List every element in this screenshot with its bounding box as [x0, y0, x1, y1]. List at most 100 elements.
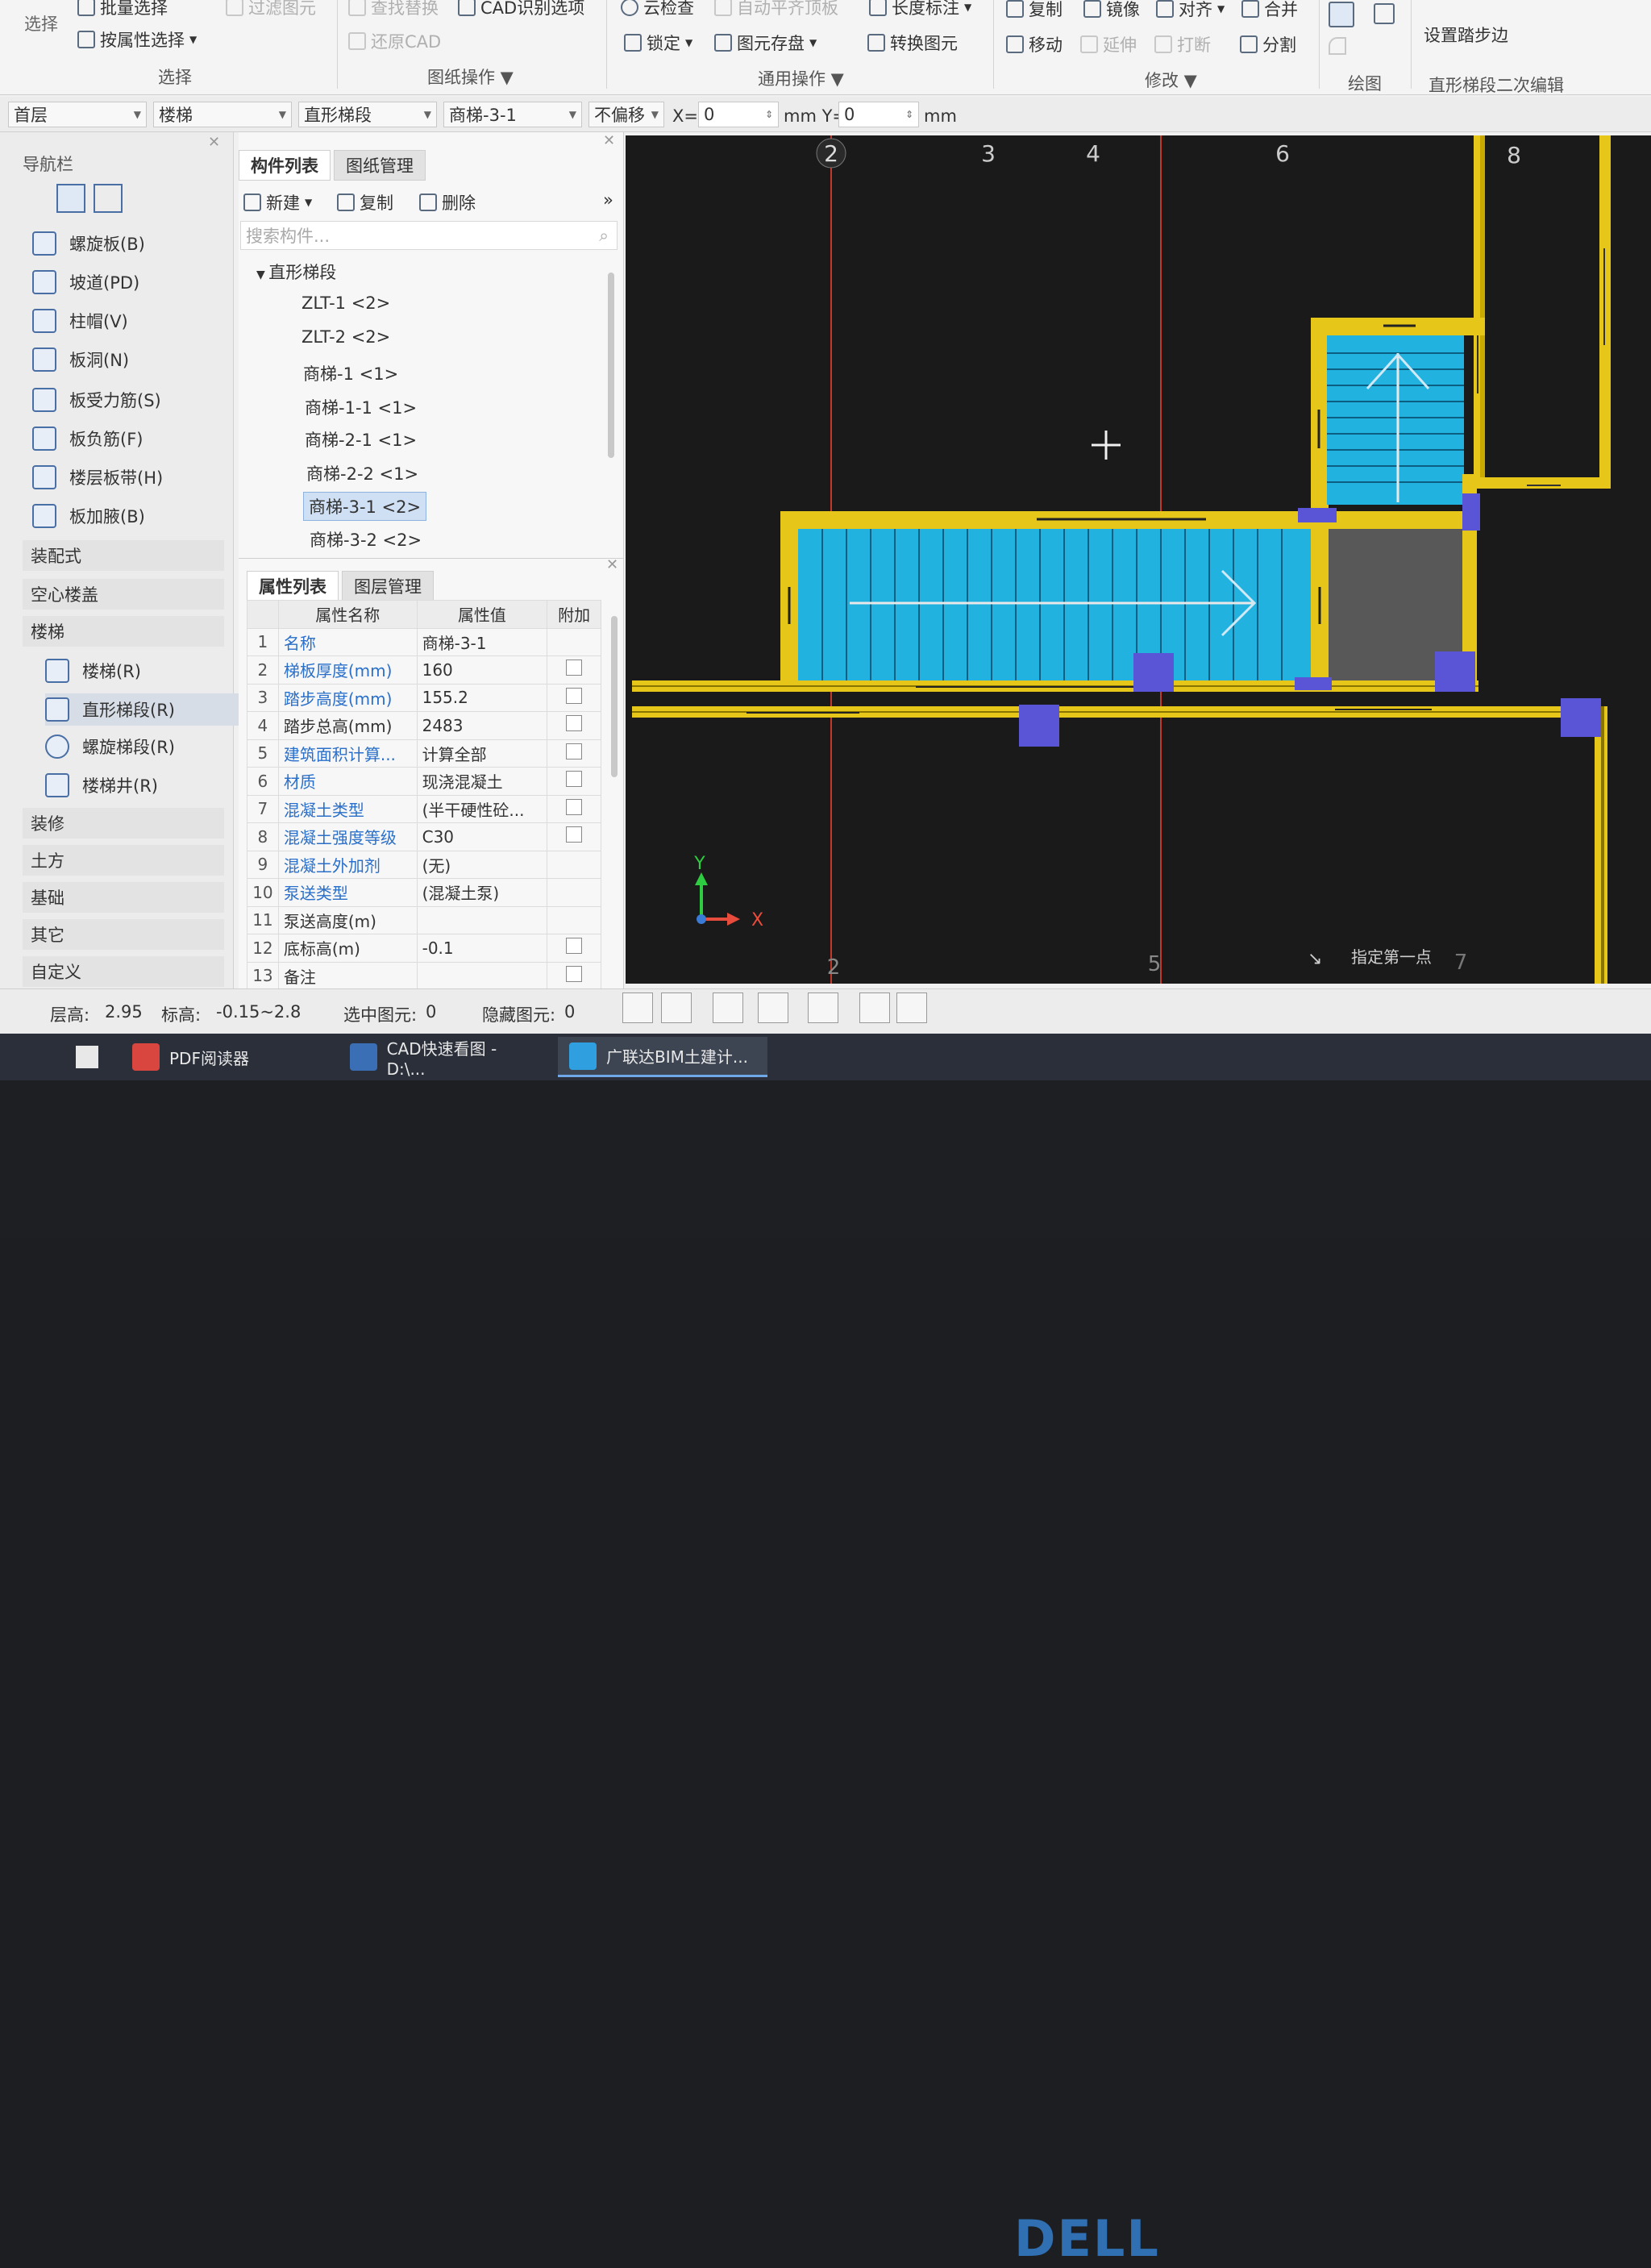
table-row[interactable]: 8 混凝土强度等级 C30: [247, 822, 601, 851]
extra-checkbox[interactable]: [566, 687, 583, 704]
nav-item-floor-strip[interactable]: 楼层板带(H): [32, 461, 226, 493]
tree-item[interactable]: 商梯-2-1 <1>: [305, 427, 417, 452]
more-icon[interactable]: »: [603, 190, 613, 210]
column[interactable]: [1295, 677, 1332, 690]
extra-checkbox[interactable]: [566, 771, 583, 788]
table-row[interactable]: 10 泵送类型 (混凝土泵): [247, 878, 601, 907]
auto-flush-button[interactable]: 自动平齐顶板: [714, 0, 838, 19]
column[interactable]: [1561, 698, 1601, 737]
prop-value[interactable]: 商梯-3-1: [416, 627, 548, 656]
column[interactable]: [1298, 508, 1337, 522]
table-row[interactable]: 7 混凝土类型 (半干硬性砼...: [247, 794, 601, 823]
nav-section-foundation[interactable]: 基础: [23, 882, 224, 913]
copy-button[interactable]: 复制: [1006, 0, 1063, 21]
dimension-snap-icon[interactable]: [808, 993, 838, 1023]
break-button[interactable]: 打断: [1154, 32, 1211, 56]
nav-section-hollow[interactable]: 空心楼盖: [23, 579, 224, 610]
floor-select[interactable]: 首层 ▼: [8, 102, 147, 127]
extend-button[interactable]: 延伸: [1080, 32, 1137, 56]
cloud-check-button[interactable]: 云检查: [621, 0, 694, 19]
table-row[interactable]: 13 备注: [247, 961, 601, 990]
nav-item-stair-well[interactable]: 楼梯井(R): [45, 769, 239, 801]
column[interactable]: [1133, 653, 1174, 692]
tree-root[interactable]: ▼ 直形梯段: [256, 260, 336, 284]
find-replace-button[interactable]: 查找替换: [348, 0, 439, 19]
filter-elem-button[interactable]: 过滤图元: [226, 0, 316, 19]
attr-select-button[interactable]: 按属性选择 ▼: [77, 27, 197, 52]
prop-value[interactable]: 2483: [416, 711, 548, 740]
arc-snap-icon[interactable]: [896, 993, 927, 1023]
nav-item-column-cap[interactable]: 柱帽(V): [32, 305, 226, 337]
tree-item[interactable]: 商梯-3-2 <2>: [310, 527, 422, 551]
tab-property-list[interactable]: 属性列表: [247, 571, 339, 601]
copy-component-button[interactable]: 复制: [337, 190, 393, 214]
column[interactable]: [1462, 493, 1480, 531]
draw-arc-button[interactable]: [1329, 37, 1346, 55]
snap-rect-icon[interactable]: [661, 993, 692, 1023]
close-icon[interactable]: ✕: [606, 556, 618, 573]
prop-value[interactable]: (无): [416, 850, 548, 879]
start-button[interactable]: [64, 1037, 110, 1077]
nav-item-slab-hole[interactable]: 板洞(N): [32, 343, 226, 376]
close-icon[interactable]: ✕: [208, 134, 220, 151]
taskbar-item-pdf[interactable]: PDF阅读器: [121, 1037, 331, 1077]
table-row[interactable]: 2 梯板厚度(mm) 160: [247, 655, 601, 685]
prop-value[interactable]: -0.1: [416, 934, 548, 963]
extra-checkbox[interactable]: [566, 798, 583, 815]
prop-value[interactable]: 计算全部: [416, 739, 548, 768]
prop-value[interactable]: 160: [416, 655, 548, 685]
table-row[interactable]: 12 底标高(m) -0.1: [247, 934, 601, 963]
x-coord-input[interactable]: 0 ⇕: [698, 102, 779, 127]
nav-item-spiral-flight[interactable]: 螺旋梯段(R): [45, 730, 239, 763]
drawing-canvas[interactable]: 2 3 4 6 8 2 5 7 Y X 指定第一点 ↘: [626, 135, 1651, 984]
type-select[interactable]: 直形梯段 ▼: [298, 102, 437, 127]
nav-item-spiral-slab[interactable]: 螺旋板(B): [32, 227, 226, 260]
search-input[interactable]: 搜索构件... ⌕: [240, 221, 618, 250]
tree-item[interactable]: 商梯-1-1 <1>: [305, 395, 417, 419]
delete-component-button[interactable]: 删除: [419, 190, 476, 214]
nav-item-stair[interactable]: 楼梯(R): [45, 655, 239, 687]
column[interactable]: [1435, 651, 1475, 692]
tab-drawing-manage[interactable]: 图纸管理: [334, 150, 426, 181]
view-icon[interactable]: [859, 993, 890, 1023]
column[interactable]: [1019, 705, 1059, 747]
new-component-button[interactable]: 新建 ▼: [243, 190, 312, 214]
merge-button[interactable]: 合并: [1241, 0, 1298, 21]
nav-item-straight-flight[interactable]: 直形梯段(R): [45, 693, 239, 726]
component-select[interactable]: 商梯-3-1 ▼: [443, 102, 582, 127]
lock-button[interactable]: 锁定 ▼: [624, 31, 692, 55]
y-coord-input[interactable]: 0 ⇕: [838, 102, 919, 127]
nav-item-slab-haunch[interactable]: 板加腋(B): [32, 500, 226, 532]
ortho-toggle-icon[interactable]: [622, 993, 653, 1023]
batch-select-button[interactable]: 批量选择: [77, 0, 168, 19]
nav-item-ramp[interactable]: 坡道(PD): [32, 266, 226, 298]
prop-value[interactable]: (半干硬性砼...: [416, 794, 548, 823]
offset-select[interactable]: 不偏移 ▼: [588, 102, 664, 127]
tab-layer-manage[interactable]: 图层管理: [342, 571, 434, 601]
extra-checkbox[interactable]: [566, 938, 583, 955]
nav-section-stairs[interactable]: 楼梯: [23, 616, 224, 647]
close-icon[interactable]: ✕: [603, 132, 615, 149]
nav-item-slab-rebar[interactable]: 板受力筋(S): [32, 384, 226, 416]
detail-view-icon[interactable]: [94, 184, 123, 213]
taskbar-item-cad[interactable]: CAD快速看图 - D:\...: [339, 1037, 550, 1079]
table-row[interactable]: 1 名称 商梯-3-1: [247, 627, 601, 656]
split-button[interactable]: 分割: [1240, 32, 1296, 56]
table-row[interactable]: 11 泵送高度(m): [247, 905, 601, 934]
extra-checkbox[interactable]: [566, 965, 583, 982]
tree-item[interactable]: 商梯-1 <1>: [303, 361, 398, 385]
tree-item-selected[interactable]: 商梯-3-1 <2>: [303, 492, 427, 521]
convert-elem-button[interactable]: 转换图元: [867, 31, 958, 55]
prop-value[interactable]: [416, 961, 548, 990]
restore-cad-button[interactable]: 还原CAD: [348, 29, 441, 53]
prop-value[interactable]: 155.2: [416, 683, 548, 712]
tree-scrollbar[interactable]: [608, 273, 614, 458]
move-button[interactable]: 移动: [1006, 32, 1063, 56]
table-row[interactable]: 6 材质 现浇混凝土: [247, 767, 601, 796]
category-select[interactable]: 楼梯 ▼: [153, 102, 292, 127]
nav-item-slab-neg-rebar[interactable]: 板负筋(F): [32, 422, 226, 455]
property-scrollbar[interactable]: [611, 616, 618, 777]
length-dim-button[interactable]: 长度标注 ▼: [869, 0, 971, 19]
prop-value[interactable]: (混凝土泵): [416, 878, 548, 907]
nav-section-custom[interactable]: 自定义: [23, 956, 224, 987]
